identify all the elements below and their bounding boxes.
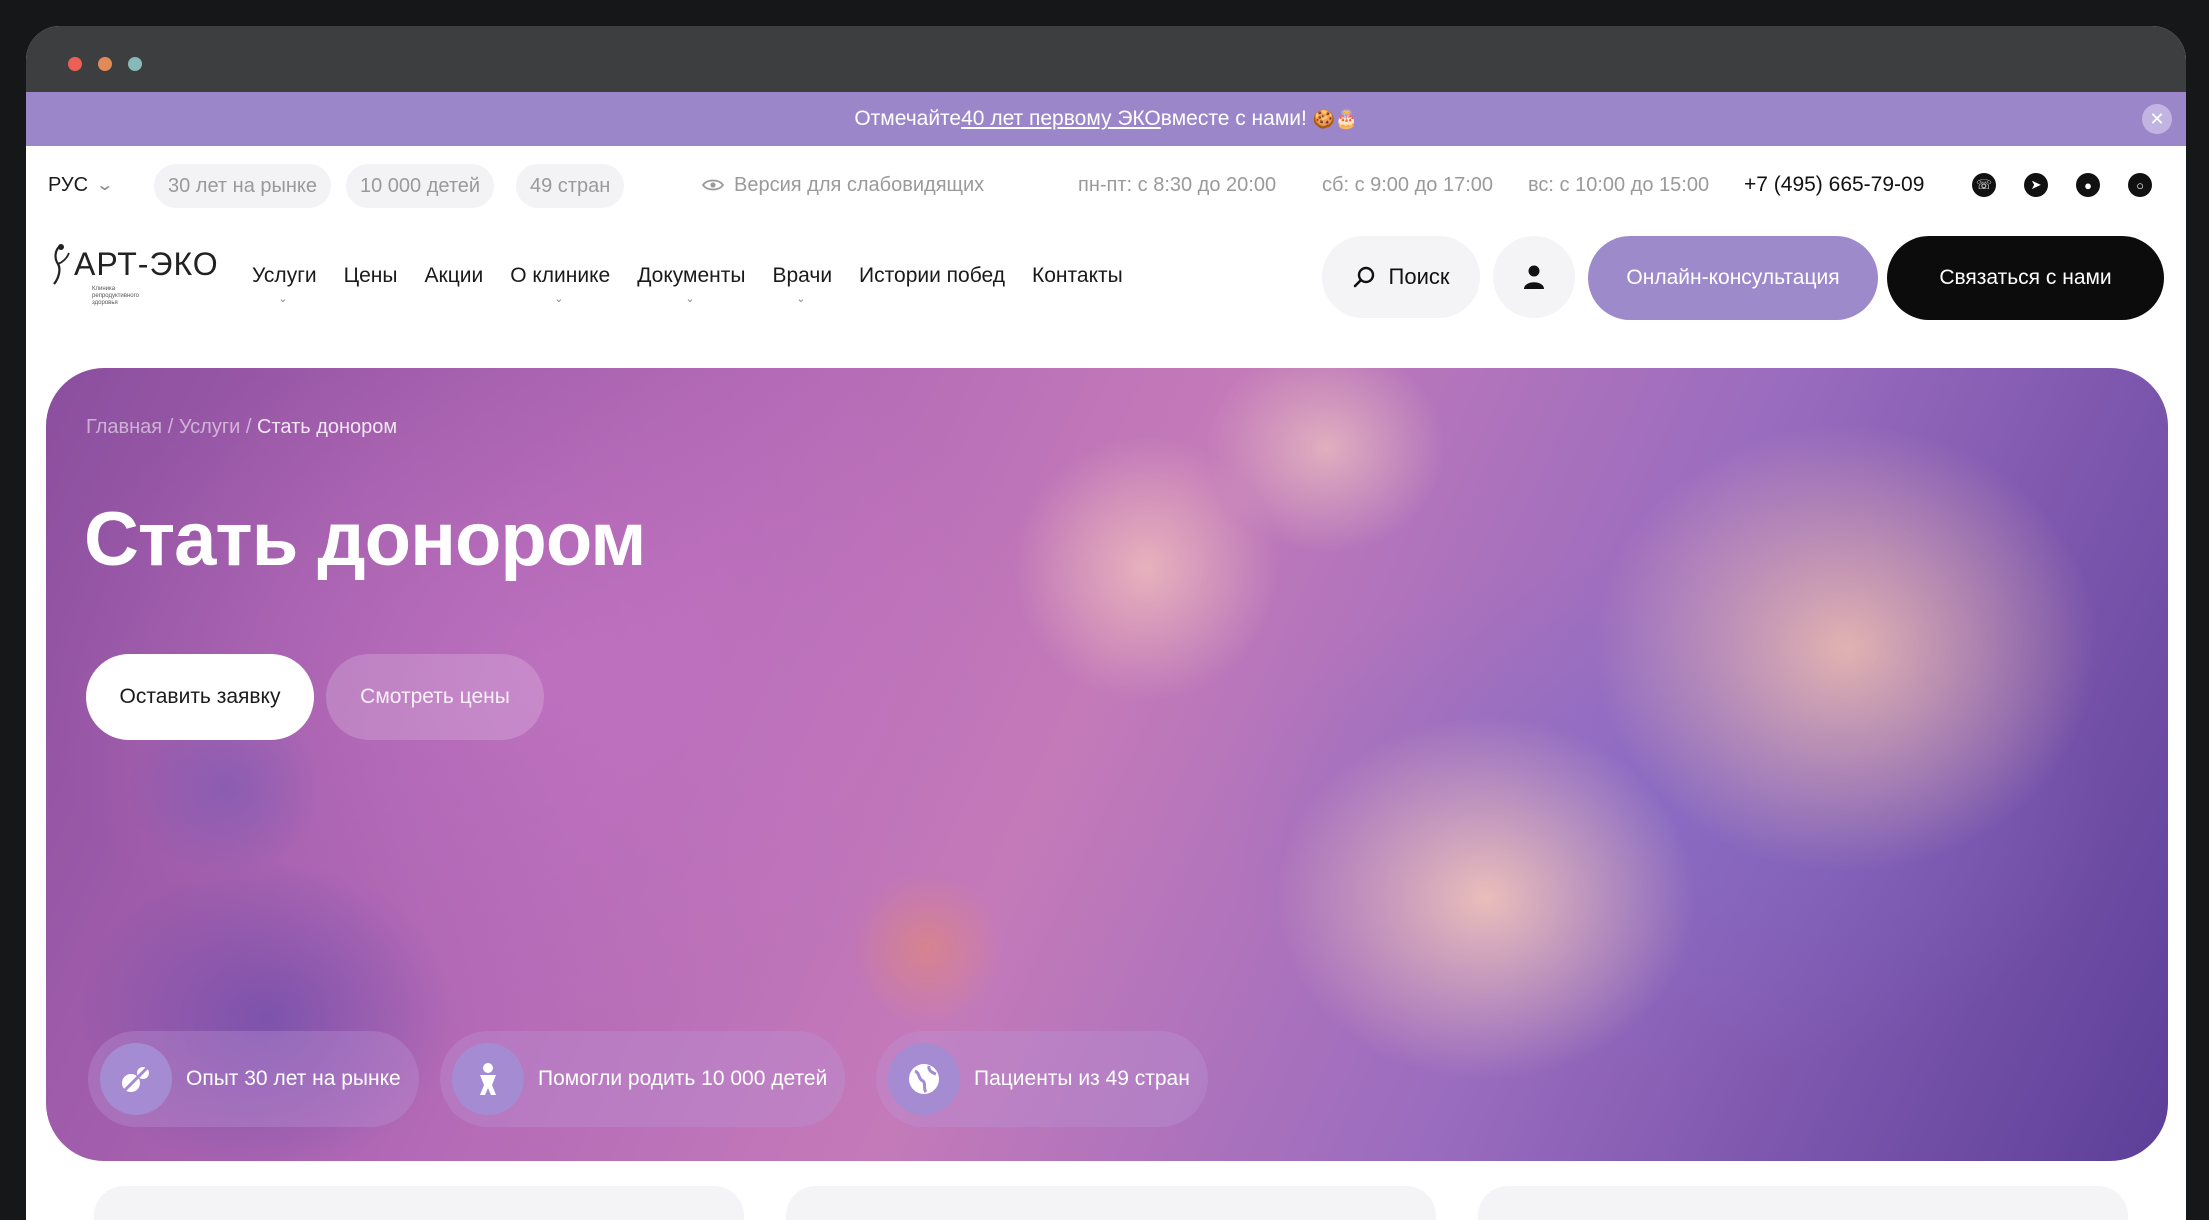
low-vision-link[interactable]: Версия для слабовидящих [702,174,984,197]
nav-item-label: Услуги [252,264,317,287]
chevron-down-icon: ⌄ [685,293,695,305]
promo-link[interactable]: 40 лет первому ЭКО [961,107,1161,131]
nav-item-label: Контакты [1032,264,1123,287]
nav-item-label: Документы [637,264,746,287]
chevron-down-icon: ⌄ [95,177,115,194]
window-chrome [26,26,2186,92]
minimize-window-dot[interactable] [98,57,112,71]
eye-icon [702,179,724,191]
stat-pill-countries: 49 стран [516,164,625,208]
nav-item-label: Истории побед [859,264,1005,287]
maximize-window-dot[interactable] [128,57,142,71]
experience-icon [100,1043,172,1115]
promo-text-before: Отмечайте [854,107,962,130]
phone-number[interactable]: +7 (495) 665-79-09 [1744,173,1924,197]
nav-item-label: Акции [424,264,484,287]
nav-item-label: Врачи [772,264,833,287]
hours-weekdays: пн-пт: с 8:30 до 20:00 [1078,173,1277,196]
baby-icon [452,1043,524,1115]
close-icon[interactable]: ✕ [2142,104,2172,134]
vk-icon[interactable]: ● [2076,173,2100,197]
breadcrumb: Главная / Услуги / Стать донором [86,416,397,439]
chevron-down-icon: ⌄ [554,293,564,305]
stat-countries: Пациенты из 49 стран [876,1031,1208,1127]
close-window-dot[interactable] [68,57,82,71]
stat-experience: Опыт 30 лет на рынке [88,1031,419,1127]
user-icon [1524,265,1544,289]
stat-experience-label: Опыт 30 лет на рынке [186,1067,401,1090]
nav-item-about[interactable]: О клинике ⌄ [510,264,611,305]
nav-item-doctors[interactable]: Врачи ⌄ [772,264,833,305]
logo-subtitle: Клиника репродуктивного здоровья [92,286,139,306]
account-button[interactable] [1493,236,1575,318]
online-consultation-button[interactable]: Онлайн-консультация [1588,236,1878,320]
page-title: Стать донором [84,497,646,582]
breadcrumb-separator: / [167,416,179,438]
hours-sunday: вс: с 10:00 до 15:00 [1528,173,1710,196]
nav-item-prices[interactable]: Цены [344,264,398,288]
hero-banner: Главная / Услуги / Стать донором Стать д… [46,368,2168,1161]
nav-item-documents[interactable]: Документы ⌄ [637,264,746,305]
content-cards-row [26,1186,2186,1220]
main-navigation: АРТ-ЭКО Клиника репродуктивного здоровья… [26,224,2186,344]
stat-pill-years: 30 лет на рынке [154,164,332,208]
breadcrumb-separator: / [245,416,258,438]
promo-emoji: 🍪🎂 [1312,108,1358,129]
logo-icon [53,244,70,285]
max-icon[interactable]: ○ [2128,173,2152,197]
stat-children-label: Помогли родить 10 000 детей [538,1067,828,1090]
nav-item-promotions[interactable]: Акции [425,264,484,288]
breadcrumb-current: Стать донором [257,416,398,438]
stat-countries-label: Пациенты из 49 стран [974,1067,1190,1090]
top-info-bar: РУС ⌄ 30 лет на рынке 10 000 детей 49 ст… [26,146,2186,224]
nav-item-label: Цены [343,264,398,287]
search-label: Поиск [1388,264,1450,289]
low-vision-label: Версия для слабовидящих [734,173,985,196]
logo[interactable]: АРТ-ЭКО Клиника репродуктивного здоровья [46,238,218,318]
content-card[interactable] [786,1186,1436,1220]
language-label: РУС [48,173,89,196]
search-icon [1353,266,1374,288]
globe-icon [888,1043,960,1115]
promo-banner: Отмечайте 40 лет первому ЭКО вместе с на… [26,92,2186,146]
stat-pill-children: 10 000 детей [346,164,495,208]
hours-saturday: сб: с 9:00 до 17:00 [1322,173,1494,196]
nav-item-contacts[interactable]: Контакты [1032,264,1123,288]
search-button[interactable]: Поиск [1322,236,1480,318]
language-select[interactable]: РУС ⌄ [48,173,115,197]
menu: Услуги ⌄ Цены Акции О клинике ⌄ Документ… [252,224,1123,328]
chevron-down-icon: ⌄ [796,293,806,305]
leave-request-button[interactable]: Оставить заявку [86,654,314,740]
logo-text: АРТ-ЭКО [74,246,219,282]
promo-text-after: вместе с нами! [1160,107,1307,130]
content-card[interactable] [94,1186,744,1220]
chevron-down-icon: ⌄ [278,293,288,305]
browser-window: Отмечайте 40 лет первому ЭКО вместе с на… [26,26,2186,1220]
content-card[interactable] [1478,1186,2128,1220]
view-prices-button[interactable]: Смотреть цены [326,654,544,740]
nav-item-success-stories[interactable]: Истории побед [859,264,1005,288]
whatsapp-icon[interactable]: ☏ [1972,173,1996,197]
breadcrumb-services[interactable]: Услуги [179,416,241,438]
telegram-icon[interactable]: ➤ [2024,173,2048,197]
breadcrumb-home[interactable]: Главная [86,416,162,438]
nav-item-services[interactable]: Услуги ⌄ [252,264,317,305]
contact-us-button[interactable]: Связаться с нами [1887,236,2164,320]
nav-item-label: О клинике [510,264,611,287]
stat-children: Помогли родить 10 000 детей [440,1031,846,1127]
